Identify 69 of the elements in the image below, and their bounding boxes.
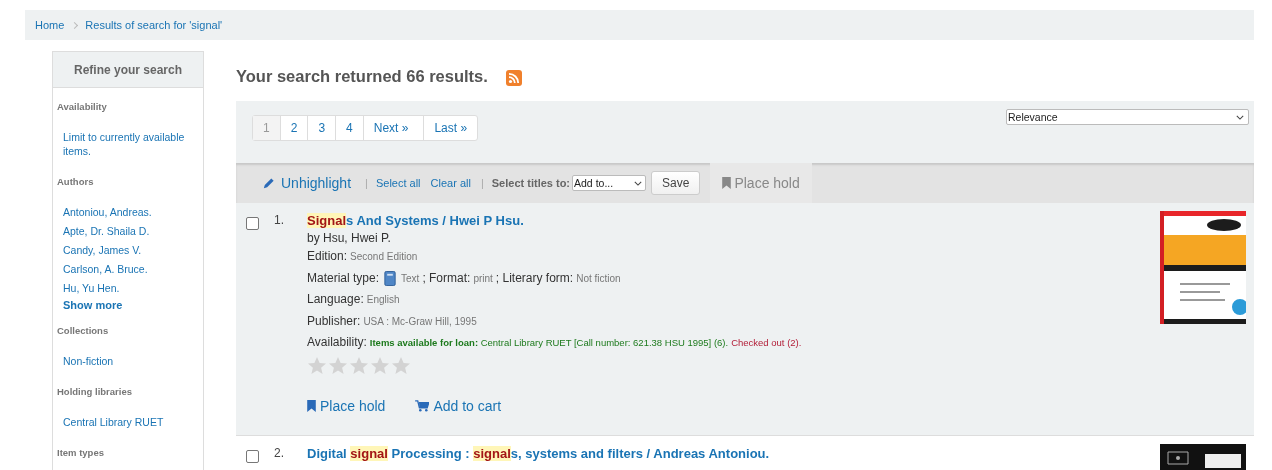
field-label: Material type:	[307, 269, 380, 287]
field-label: ; Literary form:	[495, 269, 574, 287]
clear-all-link[interactable]: Clear all	[430, 177, 471, 189]
unhighlight-link[interactable]: Unhighlight	[262, 175, 352, 191]
page-link[interactable]: 4	[335, 116, 363, 140]
facet-link[interactable]: Antoniou, Andreas.	[63, 205, 199, 219]
field-label: Availability:	[307, 334, 367, 351]
page-link[interactable]: 3	[307, 116, 336, 140]
facet-link[interactable]: Candy, James V.	[63, 243, 199, 257]
select-all-link[interactable]: Select all	[375, 177, 421, 189]
checked-out-text: Checked out (2).	[731, 336, 802, 350]
star-icon[interactable]	[349, 355, 369, 376]
field-value: English	[366, 293, 400, 307]
star-icon[interactable]	[307, 355, 327, 376]
field-label: Language:	[307, 291, 364, 308]
title-link[interactable]: Digital signal Processing : signals, systems and filters / Andreas Antoniou.	[307, 445, 770, 461]
facet-link[interactable]: Non-fiction	[63, 354, 199, 368]
result-number: 2.	[274, 445, 285, 460]
star-icon[interactable]	[328, 355, 348, 376]
facet-link[interactable]: Carlson, A. Bruce.	[63, 262, 199, 276]
pencil-icon	[262, 176, 275, 190]
chevron-icon	[1236, 114, 1244, 120]
bookmark-icon	[307, 399, 316, 412]
star-icon[interactable]	[370, 355, 390, 376]
bookmark-icon	[722, 177, 732, 189]
breadcrumb-link[interactable]: Home	[35, 19, 65, 31]
field-value: USA : Mc-Graw Hill, 1995	[363, 314, 477, 329]
field-label: Publisher:	[307, 312, 361, 330]
page-link[interactable]: Last »	[423, 116, 478, 140]
facet-heading: Item types	[56, 446, 105, 459]
field-label: ; Format:	[422, 269, 471, 287]
field-value: Second Edition	[350, 250, 418, 264]
facet-link[interactable]: Central Library RUET	[63, 415, 199, 429]
breadcrumb-link[interactable]: Results of search for 'signal'	[85, 19, 223, 31]
separator: |	[480, 177, 484, 189]
field-label: Edition:	[307, 248, 348, 265]
result-number: 1.	[274, 213, 285, 227]
separator: |	[365, 177, 368, 189]
place-hold-link[interactable]: Place hold	[307, 397, 386, 414]
chevron-icon	[634, 180, 643, 186]
facet-heading: Availability	[56, 100, 108, 113]
facet-link[interactable]: Apte, Dr. Shaila D.	[63, 224, 199, 238]
select-titles-label: Select titles to:	[491, 177, 571, 189]
facet-link[interactable]: Limit to currently available items.	[63, 130, 199, 158]
cart-icon	[415, 399, 430, 412]
checkbox[interactable]	[246, 217, 259, 230]
field-value: print	[473, 271, 493, 286]
show-more-link[interactable]: Show more	[63, 298, 199, 312]
availability-text: Items available for loan: Central Library RUET [Call number: 621.38 HSU 1995] (6).	[369, 336, 729, 350]
results-heading: Your search returned 66 results.	[236, 66, 488, 86]
page-link[interactable]: Next »	[362, 116, 424, 140]
star-rating[interactable]	[307, 355, 411, 376]
field-value: Text	[401, 271, 420, 286]
title-link[interactable]: Signals And Systems / Hwei P Hsu.	[307, 213, 524, 228]
facet-heading: Authors	[56, 175, 95, 188]
field-value: Not fiction	[576, 271, 621, 286]
facet-heading: Holding libraries	[56, 385, 133, 398]
facet-link[interactable]: Hu, Yu Hen.	[63, 281, 199, 295]
author-line: by Hsu, Hwei P.	[307, 230, 392, 246]
checkbox[interactable]	[246, 449, 259, 463]
star-icon[interactable]	[391, 355, 411, 376]
add-to-select[interactable]: Add to...	[572, 175, 647, 191]
add-to-cart-link[interactable]: Add to cart	[415, 397, 502, 414]
page-link[interactable]: 2	[279, 116, 308, 140]
save-button[interactable]: Save	[651, 171, 701, 195]
sort-select[interactable]: Relevance	[1006, 109, 1249, 125]
facet-heading: Collections	[56, 324, 110, 337]
rss-icon[interactable]	[505, 70, 522, 86]
sidebar-title: Refine your search	[53, 52, 203, 88]
